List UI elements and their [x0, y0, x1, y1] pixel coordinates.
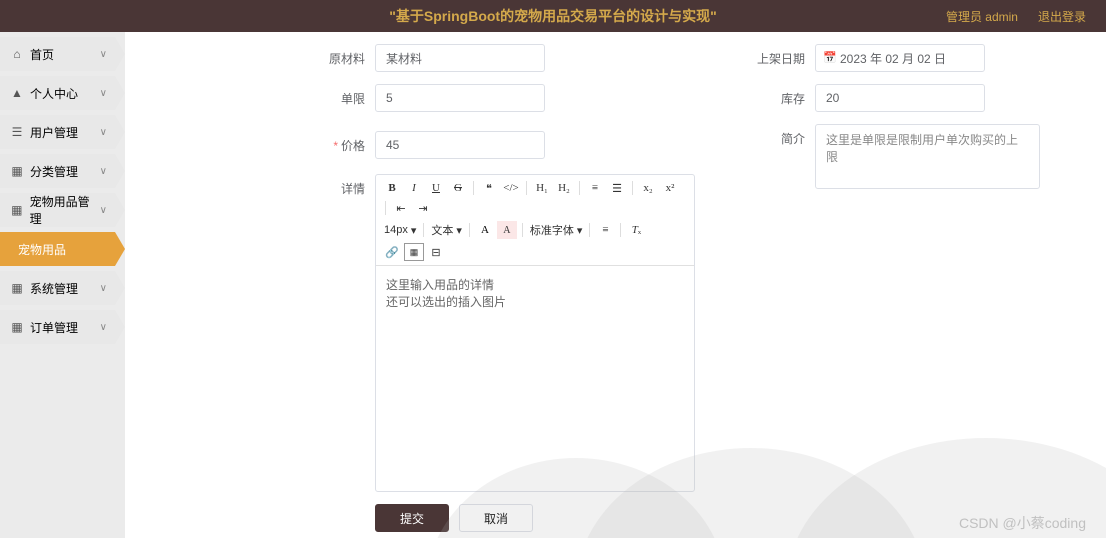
sidebar-item-users[interactable]: ☰ 用户管理 ∨: [0, 115, 125, 149]
chevron-down-icon: ∨: [100, 205, 107, 216]
date-label: 上架日期: [755, 44, 815, 67]
chevron-down-icon: ▾: [411, 224, 417, 237]
bgcolor-icon[interactable]: A: [497, 221, 517, 239]
sidebar-item-label: 首页: [30, 46, 54, 63]
sidebar-item-label: 宠物用品管理: [30, 193, 100, 227]
app-header: "基于SpringBoot的宠物用品交易平台的设计与实现" 管理员 admin …: [0, 0, 1106, 32]
h2-icon[interactable]: H₂: [554, 179, 574, 197]
chevron-down-icon: ▾: [577, 224, 583, 237]
sidebar-item-label: 个人中心: [30, 85, 78, 102]
logout-link[interactable]: 退出登录: [1038, 8, 1086, 25]
sidebar-item-label: 宠物用品: [18, 241, 66, 258]
grid-icon: ▦: [10, 164, 24, 178]
editor-toolbar: B I U G ❝ </> H₁ H₂ ≡ ☰ x₂ x²: [376, 175, 694, 266]
code-icon[interactable]: </>: [501, 179, 521, 197]
editor-content[interactable]: 这里输入用品的详情 还可以选出的插入图片: [376, 266, 694, 491]
underline-icon[interactable]: U: [426, 179, 446, 197]
sub-icon[interactable]: x₂: [638, 179, 658, 197]
indent-icon[interactable]: ⇤: [391, 199, 411, 217]
chevron-down-icon: ∨: [100, 88, 107, 99]
header-actions: 管理员 admin 退出登录: [946, 8, 1086, 25]
sidebar-item-home[interactable]: ⌂ 首页 ∨: [0, 37, 125, 71]
admin-label[interactable]: 管理员 admin: [946, 8, 1018, 25]
align-icon[interactable]: ≡: [595, 221, 615, 239]
sidebar-item-profile[interactable]: ▲ 个人中心 ∨: [0, 76, 125, 110]
price-input[interactable]: [375, 131, 545, 159]
price-label: *价格: [315, 131, 375, 154]
grid-icon: ▦: [10, 203, 24, 217]
date-input[interactable]: [815, 44, 985, 72]
fontsize-select[interactable]: 14px ▾: [382, 224, 418, 237]
chevron-down-icon: ∨: [100, 49, 107, 60]
sidebar-item-label: 系统管理: [30, 280, 78, 297]
quote-icon[interactable]: ❝: [479, 179, 499, 197]
rich-editor: B I U G ❝ </> H₁ H₂ ≡ ☰ x₂ x²: [375, 174, 695, 492]
chevron-down-icon: ∨: [100, 283, 107, 294]
home-icon: ⌂: [10, 47, 24, 61]
link-icon[interactable]: 🔗: [382, 243, 402, 261]
sidebar-item-label: 订单管理: [30, 319, 78, 336]
sidebar-item-petgoods-mgmt[interactable]: ▦ 宠物用品管理 ∨: [0, 193, 125, 227]
user-icon: ▲: [10, 86, 24, 100]
list-ul-icon[interactable]: ☰: [607, 179, 627, 197]
clear-icon[interactable]: Tₓ: [626, 221, 646, 239]
chevron-down-icon: ▾: [456, 224, 462, 237]
sidebar-item-category[interactable]: ▦ 分类管理 ∨: [0, 154, 125, 188]
sidebar-item-petgoods[interactable]: 宠物用品: [0, 232, 125, 266]
intro-textarea[interactable]: 这里是单限是限制用户单次购买的上限: [815, 124, 1040, 189]
chevron-down-icon: ∨: [100, 127, 107, 138]
bold-icon[interactable]: B: [382, 179, 402, 197]
sidebar-item-label: 用户管理: [30, 124, 78, 141]
italic-icon[interactable]: I: [404, 179, 424, 197]
sidebar-item-label: 分类管理: [30, 163, 78, 180]
grid-icon: ▦: [10, 320, 24, 334]
material-label: 原材料: [315, 44, 375, 67]
grid-icon: ▦: [10, 281, 24, 295]
fontfamily-select[interactable]: 标准字体 ▾: [528, 222, 585, 238]
limit-input[interactable]: [375, 84, 545, 112]
submit-button[interactable]: 提交: [375, 504, 449, 532]
stock-input[interactable]: [815, 84, 985, 112]
image-icon[interactable]: ▦: [404, 243, 424, 261]
format-select[interactable]: 文本 ▾: [429, 222, 464, 238]
page-title: "基于SpringBoot的宠物用品交易平台的设计与实现": [389, 6, 716, 26]
cancel-button[interactable]: 取消: [459, 504, 533, 532]
main-content: 原材料 上架日期 📅 单限 库存: [125, 32, 1106, 538]
strike-icon[interactable]: G: [448, 179, 468, 197]
material-input[interactable]: [375, 44, 545, 72]
textcolor-icon[interactable]: A: [475, 221, 495, 239]
sidebar: ⌂首页 ∨ ▲个人中心 ∨ ☰用户管理 ∨ ▦分类管理 ∨ ▦宠物用品管理 ∨ …: [0, 32, 125, 538]
sidebar-item-orders[interactable]: ▦ 订单管理 ∨: [0, 310, 125, 344]
stock-label: 库存: [755, 84, 815, 107]
calendar-icon: 📅: [823, 51, 837, 64]
list-ol-icon[interactable]: ≡: [585, 179, 605, 197]
chevron-down-icon: ∨: [100, 322, 107, 333]
video-icon[interactable]: ⊟: [426, 243, 446, 261]
outdent-icon[interactable]: ⇥: [413, 199, 433, 217]
users-icon: ☰: [10, 125, 24, 139]
sidebar-item-system[interactable]: ▦ 系统管理 ∨: [0, 271, 125, 305]
h1-icon[interactable]: H₁: [532, 179, 552, 197]
detail-label: 详情: [315, 174, 375, 492]
watermark: CSDN @小蔡coding: [959, 513, 1086, 533]
chevron-down-icon: ∨: [100, 166, 107, 177]
limit-label: 单限: [315, 84, 375, 107]
sup-icon[interactable]: x²: [660, 179, 680, 197]
intro-label: 简介: [755, 124, 815, 147]
